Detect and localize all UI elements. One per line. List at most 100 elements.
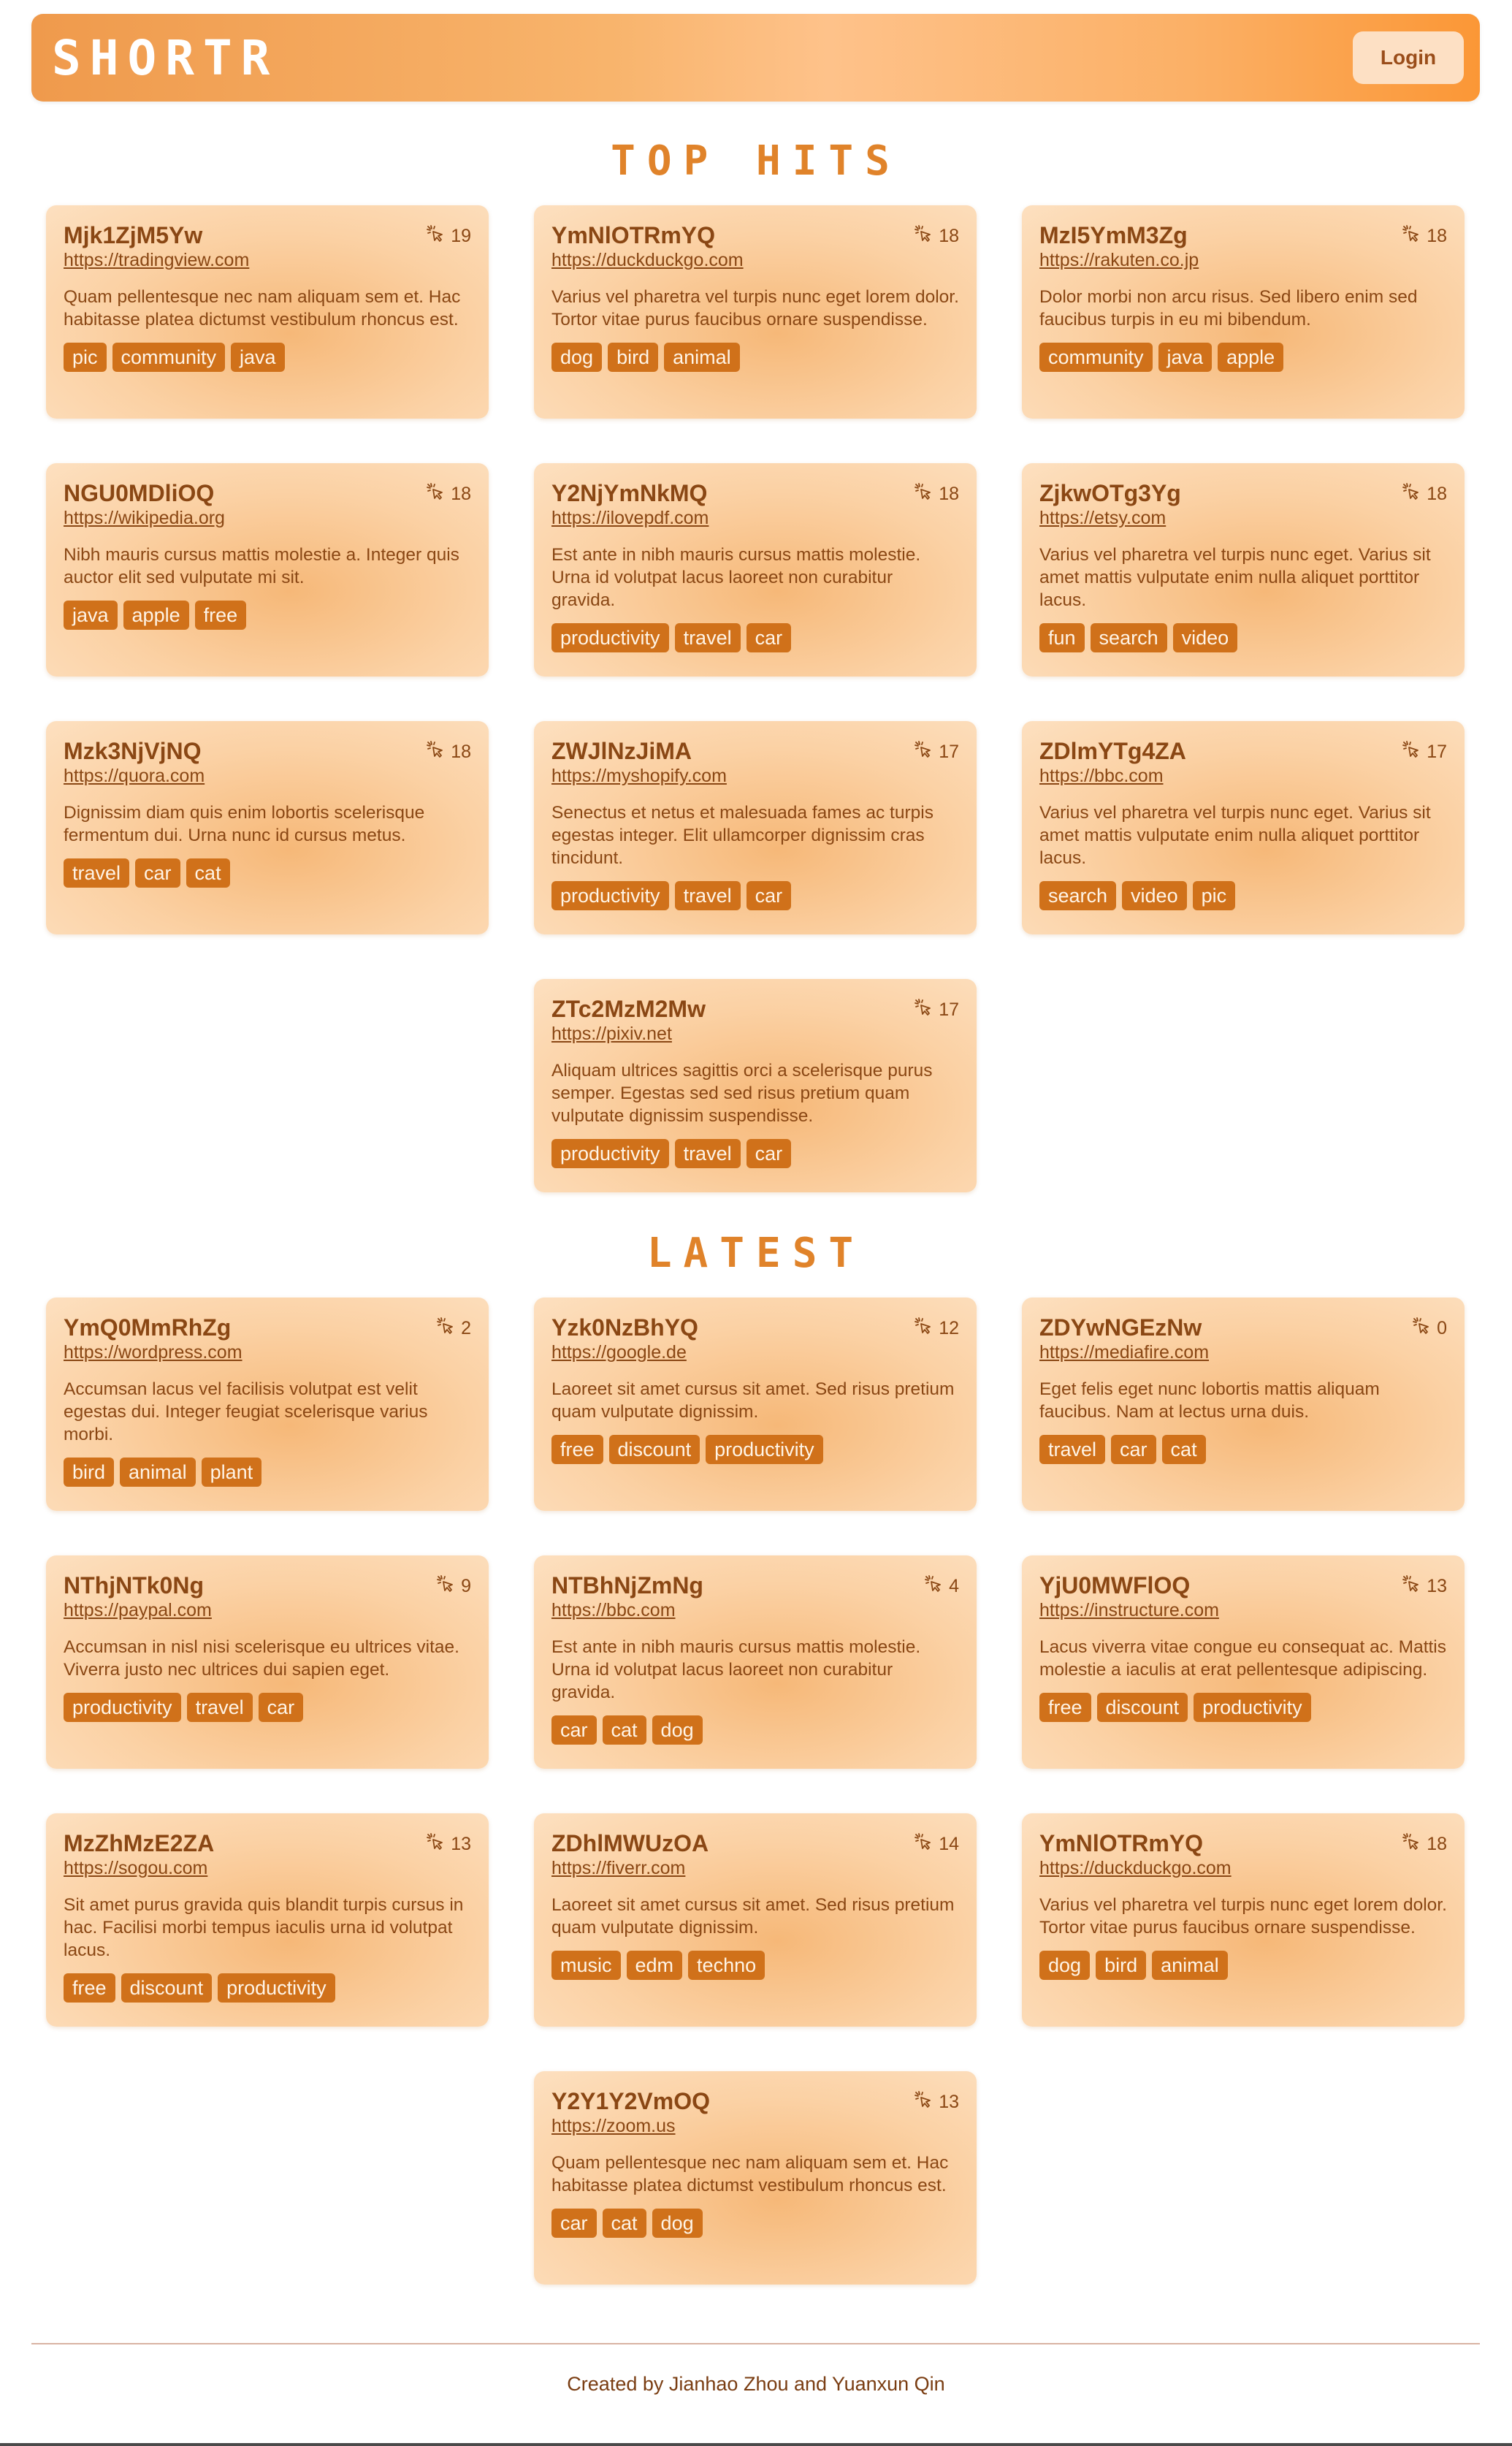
link-card[interactable]: NThjNTk0Ng https://paypal.com 9 Accumsan in… (46, 1555, 489, 1769)
tag-chip[interactable]: plant (201, 1458, 262, 1487)
target-url-link[interactable]: https://etsy.com (1039, 507, 1447, 529)
target-url-link[interactable]: https://instructure.com (1039, 1599, 1447, 1621)
link-card[interactable]: Mzk3NjVjNQ https://quora.com 18 Dignissim d… (46, 721, 489, 934)
tag-chip[interactable]: car (551, 1715, 597, 1745)
short-code[interactable]: YmNlOTRmYQ (1039, 1829, 1447, 1857)
tag-chip[interactable]: cat (186, 858, 230, 888)
link-card[interactable]: ZDhlMWUzOA https://fiverr.com 14 Laoreet si… (534, 1813, 977, 2027)
short-code[interactable]: ZDhlMWUzOA (551, 1829, 959, 1857)
short-code[interactable]: MzZhMzE2ZA (64, 1829, 471, 1857)
tag-chip[interactable]: search (1090, 623, 1167, 652)
link-card[interactable]: ZDlmYTg4ZA https://bbc.com 17 Varius vel ph… (1022, 721, 1465, 934)
target-url-link[interactable]: https://bbc.com (1039, 765, 1447, 787)
tag-chip[interactable]: pic (64, 343, 107, 372)
short-code[interactable]: ZDlmYTg4ZA (1039, 737, 1447, 765)
link-card[interactable]: YmNlOTRmYQ https://duckduckgo.com 18 Varius… (1022, 1813, 1465, 2027)
tag-chip[interactable]: pic (1192, 881, 1236, 910)
tag-chip[interactable]: car (258, 1693, 304, 1722)
tag-chip[interactable]: productivity (706, 1435, 823, 1464)
tag-chip[interactable]: bird (608, 343, 659, 372)
link-card[interactable]: Yzk0NzBhYQ https://google.de 12 Laoreet sit… (534, 1298, 977, 1511)
short-code[interactable]: Mjk1ZjM5Yw (64, 221, 471, 249)
short-code[interactable]: MzI5YmM3Zg (1039, 221, 1447, 249)
link-card[interactable]: Y2NjYmNkMQ https://ilovepdf.com 18 Est ante… (534, 463, 977, 677)
target-url-link[interactable]: https://mediafire.com (1039, 1341, 1447, 1363)
tag-chip[interactable]: java (231, 343, 285, 372)
login-button[interactable]: Login (1353, 31, 1464, 84)
tag-chip[interactable]: free (1039, 1693, 1091, 1722)
target-url-link[interactable]: https://rakuten.co.jp (1039, 249, 1447, 271)
tag-chip[interactable]: java (1158, 343, 1213, 372)
target-url-link[interactable]: https://fiverr.com (551, 1857, 959, 1879)
tag-chip[interactable]: travel (1039, 1435, 1106, 1464)
tag-chip[interactable]: free (551, 1435, 603, 1464)
tag-chip[interactable]: car (746, 1139, 792, 1168)
link-card[interactable]: ZjkwOTg3Yg https://etsy.com 18 Varius vel p… (1022, 463, 1465, 677)
short-code[interactable]: ZTc2MzM2Mw (551, 995, 959, 1023)
link-card[interactable]: Y2Y1Y2VmOQ https://zoom.us 13 Quam pellente… (534, 2071, 977, 2285)
short-code[interactable]: YjU0MWFlOQ (1039, 1571, 1447, 1599)
target-url-link[interactable]: https://google.de (551, 1341, 959, 1363)
tag-chip[interactable]: travel (674, 881, 741, 910)
short-code[interactable]: Y2Y1Y2VmOQ (551, 2087, 959, 2115)
tag-chip[interactable]: music (551, 1951, 621, 1980)
tag-chip[interactable]: bird (64, 1458, 115, 1487)
link-card[interactable]: ZDYwNGEzNw https://mediafire.com 0 Eget fel… (1022, 1298, 1465, 1511)
short-code[interactable]: ZWJlNzJiMA (551, 737, 959, 765)
tag-chip[interactable]: travel (674, 1139, 741, 1168)
tag-chip[interactable]: animal (664, 343, 740, 372)
tag-chip[interactable]: discount (608, 1435, 700, 1464)
target-url-link[interactable]: https://pixiv.net (551, 1023, 959, 1045)
tag-chip[interactable]: cat (602, 1715, 646, 1745)
tag-chip[interactable]: productivity (64, 1693, 181, 1722)
target-url-link[interactable]: https://myshopify.com (551, 765, 959, 787)
short-code[interactable]: YmNlOTRmYQ (551, 221, 959, 249)
short-code[interactable]: Y2NjYmNkMQ (551, 479, 959, 507)
short-code[interactable]: NThjNTk0Ng (64, 1571, 471, 1599)
target-url-link[interactable]: https://wikipedia.org (64, 507, 471, 529)
tag-chip[interactable]: cat (1161, 1435, 1206, 1464)
tag-chip[interactable]: productivity (551, 881, 669, 910)
logo[interactable]: SHORTR (52, 33, 278, 84)
link-card[interactable]: Mjk1ZjM5Yw https://tradingview.com 19 Quam … (46, 205, 489, 419)
tag-chip[interactable]: search (1039, 881, 1117, 910)
tag-chip[interactable]: bird (1096, 1951, 1147, 1980)
short-code[interactable]: YmQ0MmRhZg (64, 1314, 471, 1341)
tag-chip[interactable]: productivity (1194, 1693, 1311, 1722)
target-url-link[interactable]: https://sogou.com (64, 1857, 471, 1879)
tag-chip[interactable]: community (112, 343, 226, 372)
tag-chip[interactable]: travel (64, 858, 130, 888)
tag-chip[interactable]: productivity (218, 1973, 335, 2003)
link-card[interactable]: YmQ0MmRhZg https://wordpress.com 2 Accumsan… (46, 1298, 489, 1511)
tag-chip[interactable]: video (1172, 623, 1238, 652)
tag-chip[interactable]: dog (652, 2209, 703, 2238)
short-code[interactable]: NGU0MDliOQ (64, 479, 471, 507)
tag-chip[interactable]: productivity (551, 1139, 669, 1168)
tag-chip[interactable]: travel (674, 623, 741, 652)
tag-chip[interactable]: free (64, 1973, 115, 2003)
tag-chip[interactable]: edm (626, 1951, 683, 1980)
link-card[interactable]: NGU0MDliOQ https://wikipedia.org 18 Nibh ma… (46, 463, 489, 677)
tag-chip[interactable]: community (1039, 343, 1153, 372)
tag-chip[interactable]: apple (123, 601, 189, 630)
target-url-link[interactable]: https://duckduckgo.com (551, 249, 959, 271)
tag-chip[interactable]: fun (1039, 623, 1085, 652)
tag-chip[interactable]: car (135, 858, 180, 888)
tag-chip[interactable]: dog (652, 1715, 703, 1745)
tag-chip[interactable]: cat (602, 2209, 646, 2238)
short-code[interactable]: ZDYwNGEzNw (1039, 1314, 1447, 1341)
link-card[interactable]: MzZhMzE2ZA https://sogou.com 13 Sit amet pu… (46, 1813, 489, 2027)
target-url-link[interactable]: https://quora.com (64, 765, 471, 787)
tag-chip[interactable]: productivity (551, 623, 669, 652)
target-url-link[interactable]: https://ilovepdf.com (551, 507, 959, 529)
tag-chip[interactable]: car (1111, 1435, 1156, 1464)
short-code[interactable]: NTBhNjZmNg (551, 1571, 959, 1599)
link-card[interactable]: YjU0MWFlOQ https://instructure.com 13 Lacus… (1022, 1555, 1465, 1769)
link-card[interactable]: MzI5YmM3Zg https://rakuten.co.jp 18 Dolor m… (1022, 205, 1465, 419)
tag-chip[interactable]: car (551, 2209, 597, 2238)
tag-chip[interactable]: animal (120, 1458, 196, 1487)
target-url-link[interactable]: https://paypal.com (64, 1599, 471, 1621)
link-card[interactable]: YmNlOTRmYQ https://duckduckgo.com 18 Varius… (534, 205, 977, 419)
short-code[interactable]: ZjkwOTg3Yg (1039, 479, 1447, 507)
tag-chip[interactable]: car (746, 881, 792, 910)
